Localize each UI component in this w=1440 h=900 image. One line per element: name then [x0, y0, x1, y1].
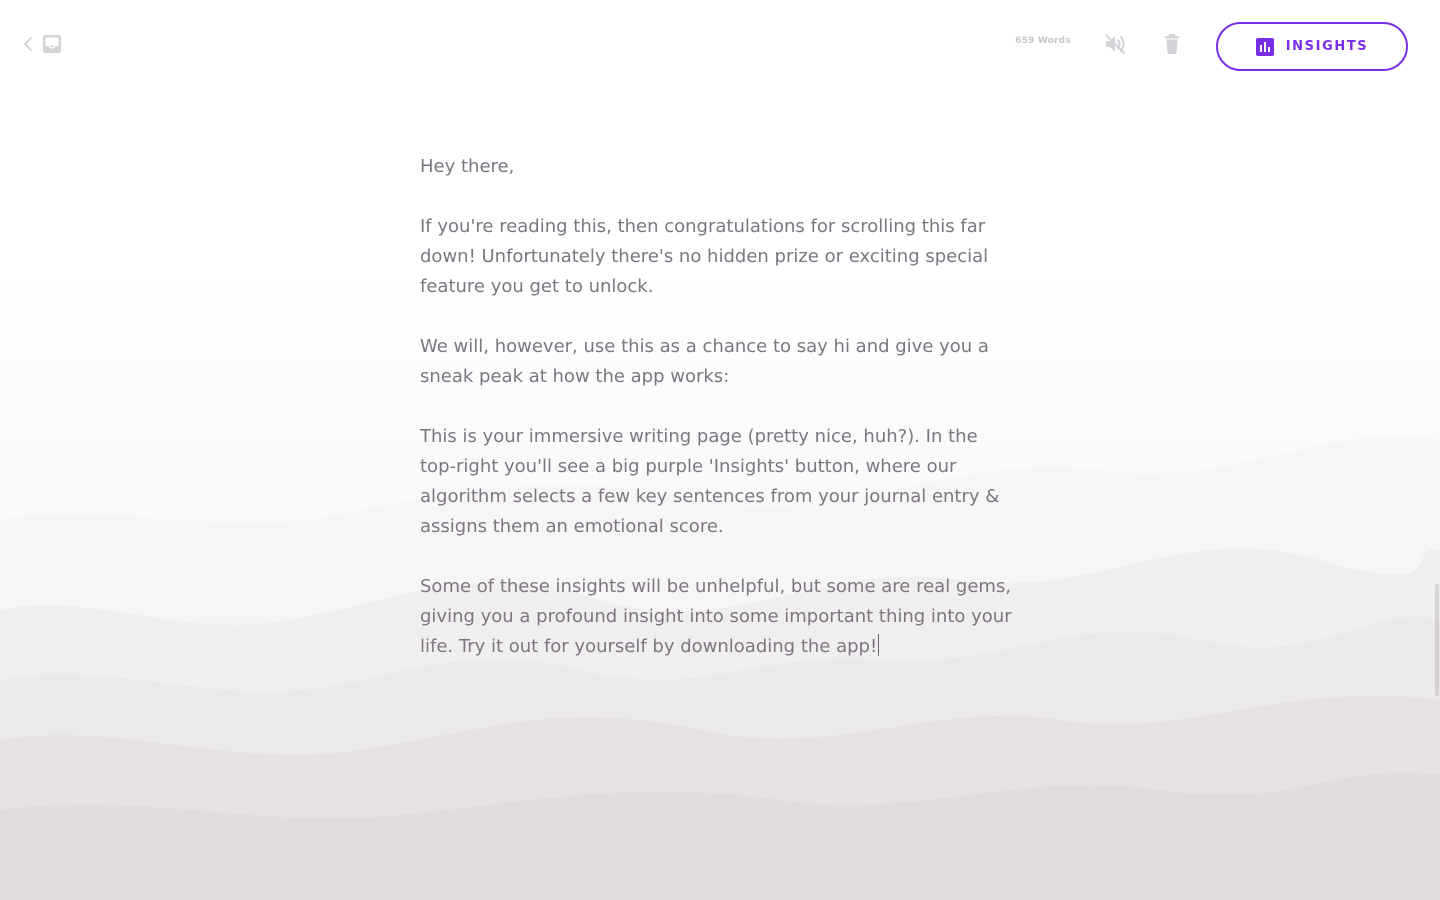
insights-button[interactable]: INSIGHTS — [1216, 22, 1408, 71]
text-caret — [878, 634, 880, 656]
back-button[interactable] — [20, 35, 36, 53]
entry-paragraph: Hey there, — [420, 156, 515, 177]
volume-off-icon — [1105, 34, 1125, 54]
writing-page: 659 Words INSIGHTS Hey there, If you're … — [0, 0, 1440, 900]
chevron-left-icon — [24, 37, 32, 51]
insights-button-label: INSIGHTS — [1285, 39, 1369, 54]
inbox-button[interactable] — [41, 33, 63, 55]
mute-button[interactable] — [1103, 33, 1127, 55]
scrollbar-thumb[interactable] — [1435, 584, 1439, 696]
entry-paragraph-last: Some of these insights will be unhelpful… — [420, 572, 1016, 662]
entry-paragraph: This is your immersive writing page (pre… — [420, 426, 1000, 537]
inbox-icon — [43, 35, 61, 53]
word-count: 659 Words — [1015, 36, 1071, 46]
journal-entry-editor[interactable]: Hey there, If you're reading this, then … — [420, 152, 1016, 692]
entry-paragraph: If you're reading this, then congratulat… — [420, 216, 989, 297]
delete-entry-button[interactable] — [1162, 33, 1182, 55]
bar-chart-icon — [1255, 37, 1274, 56]
trash-icon — [1165, 34, 1179, 54]
top-toolbar: 659 Words INSIGHTS — [0, 0, 1440, 92]
entry-paragraph: We will, however, use this as a chance t… — [420, 336, 989, 387]
entry-paragraph-text: Some of these insights will be unhelpful… — [420, 576, 1012, 657]
